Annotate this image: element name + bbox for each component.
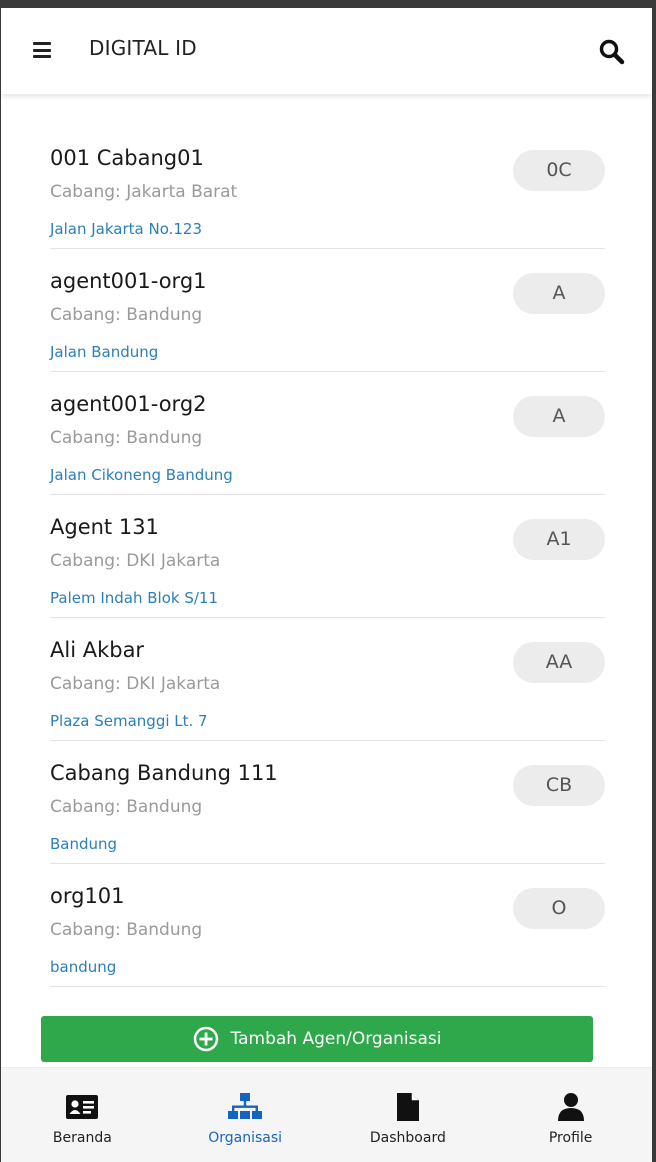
item-branch: Cabang: DKI Jakarta: [50, 551, 221, 571]
add-button-label: Tambah Agen/Organisasi: [230, 1029, 442, 1049]
id-card-icon: [66, 1095, 99, 1119]
nav-label: Profile: [548, 1130, 593, 1146]
item-branch: Cabang: Jakarta Barat: [50, 182, 238, 202]
initials-badge: O: [513, 888, 605, 929]
nav-item-profile[interactable]: Profile: [489, 1068, 652, 1162]
nav-item-organisasi[interactable]: Organisasi: [164, 1068, 327, 1162]
org-chart-icon: [228, 1093, 263, 1119]
item-branch: Cabang: DKI Jakarta: [50, 674, 221, 694]
item-address: Palem Indah Blok S/11: [50, 589, 219, 607]
item-branch: Cabang: Bandung: [50, 797, 203, 817]
nav-item-beranda[interactable]: Beranda: [1, 1068, 164, 1162]
item-address: Jalan Bandung: [50, 343, 159, 361]
user-icon: [557, 1093, 584, 1121]
initials-badge: A1: [513, 519, 605, 560]
list-item[interactable]: Cabang Bandung 111 Cabang: Bandung Bandu…: [50, 741, 605, 864]
item-branch: Cabang: Bandung: [50, 428, 203, 448]
item-name: agent001-org1: [50, 269, 207, 293]
item-name: org101: [50, 884, 125, 908]
nav-label: Dashboard: [369, 1130, 446, 1146]
initials-badge: A: [513, 273, 605, 314]
document-icon: [396, 1093, 419, 1121]
initials-badge: CB: [513, 765, 605, 806]
list-item[interactable]: 001 Cabang01 Cabang: Jakarta Barat Jalan…: [50, 126, 605, 249]
add-agent-organization-button[interactable]: Tambah Agen/Organisasi: [41, 1016, 593, 1062]
nav-item-dashboard[interactable]: Dashboard: [327, 1068, 490, 1162]
bottom-navigation: Beranda Organisasi Dashboard Profile: [1, 1067, 652, 1162]
item-address: Jalan Jakarta No.123: [50, 220, 203, 238]
nav-label: Organisasi: [208, 1130, 283, 1146]
app-title: DIGITAL ID: [89, 36, 197, 60]
organization-list: 001 Cabang01 Cabang: Jakarta Barat Jalan…: [50, 126, 605, 987]
item-address: Plaza Semanggi Lt. 7: [50, 712, 208, 730]
initials-badge: A: [513, 396, 605, 437]
item-address: Bandung: [50, 835, 118, 853]
item-name: 001 Cabang01: [50, 146, 204, 170]
item-name: Ali Akbar: [50, 638, 145, 662]
app-screen: DIGITAL ID 001 Cabang01 Cabang: Jakarta …: [1, 8, 652, 1162]
item-address: bandung: [50, 958, 117, 976]
list-item[interactable]: Agent 131 Cabang: DKI Jakarta Palem Inda…: [50, 495, 605, 618]
list-item[interactable]: agent001-org1 Cabang: Bandung Jalan Band…: [50, 249, 605, 372]
hamburger-menu-icon[interactable]: [33, 42, 51, 58]
plus-circle-icon: [193, 1026, 218, 1052]
initials-badge: AA: [513, 642, 605, 683]
item-address: Jalan Cikoneng Bandung: [50, 466, 233, 484]
item-name: agent001-org2: [50, 392, 207, 416]
item-name: Agent 131: [50, 515, 159, 539]
list-item[interactable]: agent001-org2 Cabang: Bandung Jalan Ciko…: [50, 372, 605, 495]
item-branch: Cabang: Bandung: [50, 305, 203, 325]
item-name: Cabang Bandung 111: [50, 761, 278, 785]
list-item[interactable]: org101 Cabang: Bandung bandung O: [50, 864, 605, 987]
list-item[interactable]: Ali Akbar Cabang: DKI Jakarta Plaza Sema…: [50, 618, 605, 741]
app-bar: DIGITAL ID: [1, 8, 652, 94]
nav-label: Beranda: [52, 1130, 112, 1146]
initials-badge: 0C: [513, 150, 605, 191]
search-icon[interactable]: [598, 38, 626, 66]
item-branch: Cabang: Bandung: [50, 920, 203, 940]
